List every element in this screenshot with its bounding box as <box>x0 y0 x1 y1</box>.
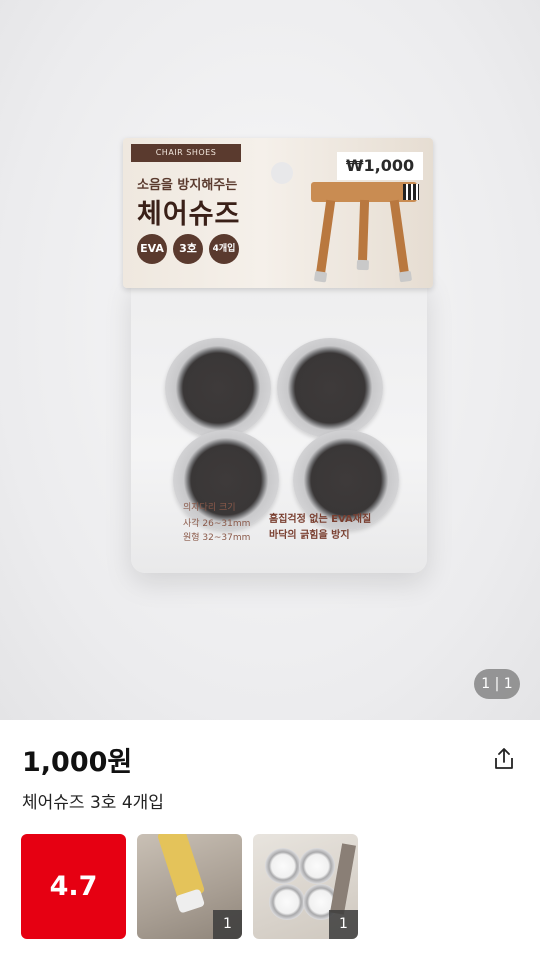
rating-score-tile[interactable]: 4.7 <box>21 834 126 939</box>
product-price: 1,000원 <box>22 747 133 778</box>
review-photo-thumbnail[interactable]: 1 <box>253 834 358 939</box>
package-label-square: 사각 26~31mm <box>183 519 251 529</box>
product-title: 체어슈즈 3호 4개입 <box>22 793 164 813</box>
qr-code-icon <box>403 184 419 200</box>
photo-count-badge: 1 <box>329 910 358 939</box>
brand-tag: CHAIR SHOES <box>131 144 241 162</box>
product-photo: CHAIR SHOES 소음을 방지해주는 체어슈즈 EVA 3호 4개입 ₩1… <box>123 138 433 578</box>
share-icon <box>495 748 513 769</box>
review-thumbnails: 4.7 1 1 <box>21 834 358 939</box>
package-product-name: 체어슈즈 <box>137 199 241 230</box>
hang-hole <box>271 162 293 184</box>
package-label-size-title: 의자다리 크기 <box>183 503 236 513</box>
image-counter-badge: 1 | 1 <box>474 669 520 699</box>
product-image-gallery[interactable]: CHAIR SHOES 소음을 방지해주는 체어슈즈 EVA 3호 4개입 ₩1… <box>0 0 540 720</box>
package-header-card: CHAIR SHOES 소음을 방지해주는 체어슈즈 EVA 3호 4개입 ₩1… <box>123 138 433 288</box>
package-label-round: 원형 32~37mm <box>183 533 251 543</box>
package-label-benefit: 바닥의 긁힘을 방지 <box>269 530 350 541</box>
package-tagline: 소음을 방지해주는 <box>137 178 238 193</box>
package-badges: EVA 3호 4개입 <box>137 234 239 264</box>
review-photo-thumbnail[interactable]: 1 <box>137 834 242 939</box>
badge-material: EVA <box>137 234 167 264</box>
share-button[interactable] <box>490 745 518 773</box>
package-price-tag: ₩1,000 <box>337 152 423 180</box>
badge-quantity: 4개입 <box>209 234 239 264</box>
badge-size: 3호 <box>173 234 203 264</box>
package-label-material: 흠집걱정 없는 EVA재질 <box>269 514 372 525</box>
photo-count-badge: 1 <box>213 910 242 939</box>
